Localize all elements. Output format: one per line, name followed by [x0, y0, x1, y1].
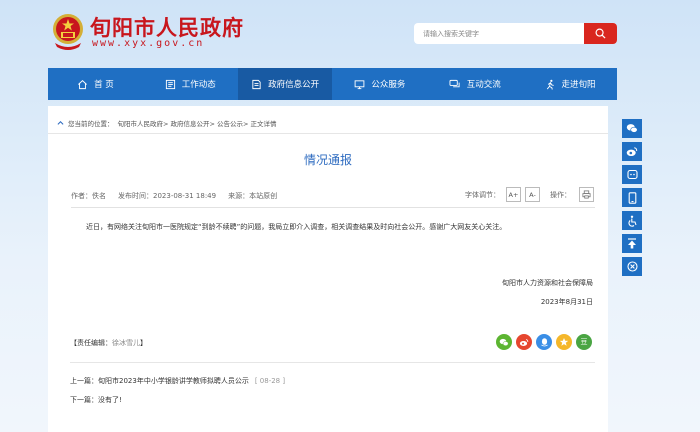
document-icon [252, 79, 261, 89]
search-icon [595, 28, 606, 39]
weibo-icon [626, 147, 638, 156]
float-wechat-button[interactable] [622, 119, 642, 138]
nav-item-public-service[interactable]: 公众服务 [332, 68, 427, 100]
print-icon [582, 190, 591, 199]
share-qq-button[interactable] [536, 334, 552, 350]
editor-close: 】 [140, 339, 147, 347]
editor-label: 【责任编辑： [70, 339, 112, 347]
weibo-icon [519, 338, 529, 346]
qzone-icon [559, 338, 569, 346]
breadcrumb-item-gov-info[interactable]: 政府信息公开 [171, 120, 210, 128]
accessibility-icon [627, 215, 637, 227]
share-wechat-button[interactable] [496, 334, 512, 350]
article-panel: 您当前的位置： 旬阳市人民政府> 政府信息公开> 公告公示> 正文详情 情况通报… [48, 106, 608, 432]
editor-name: 徐冰雪儿 [112, 339, 140, 347]
prev-article: 上一篇：旬阳市2023年中小学银龄讲学教师拟聘人员公示 [ 08-28 ] [70, 376, 285, 386]
mobile-phone-icon [628, 191, 636, 204]
nav-item-gov-info[interactable]: 政府信息公开 [237, 68, 333, 100]
print-button[interactable] [579, 187, 594, 202]
qq-icon [540, 338, 548, 347]
share-weibo-button[interactable] [516, 334, 532, 350]
nav-item-about-xunyang[interactable]: 走进旬阳 [522, 68, 617, 100]
site-header: 旬阳市人民政府 www.xyx.gov.cn [0, 0, 700, 68]
article-source: 来源：本站原创 [228, 192, 278, 200]
main-nav: 首 页 工作动态 政府信息公开 公众服务 互动交流 走进旬阳 [48, 68, 617, 100]
float-mobile-button[interactable] [622, 188, 642, 207]
float-accessibility-button[interactable] [622, 211, 642, 230]
float-close-button[interactable] [622, 257, 642, 276]
nav-item-work-news[interactable]: 工作动态 [143, 68, 238, 100]
font-size-label: 字体调节： [465, 190, 500, 199]
monitor-icon [355, 79, 365, 89]
article-tools: 字体调节： A+ A- 操作： [465, 187, 594, 202]
font-decrease-button[interactable]: A- [525, 187, 540, 202]
walk-icon [546, 79, 554, 90]
nav-item-label: 首 页 [94, 80, 114, 90]
nav-item-label: 互动交流 [466, 80, 501, 90]
divider [70, 362, 595, 363]
app-icon [626, 169, 638, 180]
next-label: 下一篇： [70, 396, 98, 404]
article-author: 作者：佚名 [71, 192, 106, 200]
back-to-top-icon [628, 238, 636, 249]
float-app-button[interactable] [622, 165, 642, 184]
share-douban-button[interactable]: 豆 [576, 334, 592, 350]
site-domain: www.xyx.gov.cn [92, 38, 205, 49]
location-icon [57, 120, 64, 125]
close-icon [626, 261, 638, 272]
breadcrumb: 您当前的位置： 旬阳市人民政府> 政府信息公开> 公告公示> 正文详情 [57, 118, 277, 128]
national-emblem-icon [53, 14, 83, 50]
float-weibo-button[interactable] [622, 142, 642, 161]
divider [71, 207, 595, 208]
prev-article-link[interactable]: 旬阳市2023年中小学银龄讲学教师拟聘人员公示 [98, 377, 249, 385]
prev-article-date: [ 08-28 ] [254, 377, 286, 385]
share-qzone-button[interactable] [556, 334, 572, 350]
article-meta: 作者：佚名 发布时间：2023-08-31 18:49 来源：本站原创 [71, 191, 277, 201]
nav-item-label: 公众服务 [371, 80, 406, 90]
prev-label: 上一篇： [70, 377, 98, 385]
chat-icon [449, 79, 460, 87]
search-box [414, 23, 617, 44]
nav-item-label: 走进旬阳 [561, 80, 596, 90]
article-body: 近日，有网络关注旬阳市一医院规定“到龄不续聘”的问题，我局立即介入调查，相关调查… [86, 223, 507, 231]
search-input[interactable] [414, 23, 584, 44]
wechat-icon [499, 338, 509, 346]
breadcrumb-item-notices[interactable]: 公告公示 [217, 120, 243, 128]
responsible-editor: 【责任编辑：徐冰雪儿】 [70, 338, 147, 348]
news-icon [165, 79, 175, 89]
page-title: 情况通报 [303, 153, 352, 167]
article-sign-date: 2023年8月31日 [540, 298, 593, 306]
breadcrumb-prefix: 您当前的位置： [68, 120, 114, 128]
next-article: 下一篇：没有了! [70, 395, 122, 405]
nav-item-home[interactable]: 首 页 [48, 68, 143, 100]
search-button[interactable] [584, 23, 617, 44]
divider [48, 133, 608, 134]
douban-icon: 豆 [580, 338, 588, 346]
home-icon [78, 79, 88, 89]
nav-item-label: 工作动态 [181, 80, 216, 90]
right-float-bar [622, 119, 642, 276]
nav-item-label: 政府信息公开 [268, 80, 320, 90]
next-article-text: 没有了! [98, 396, 122, 404]
float-back-to-top-button[interactable] [622, 234, 642, 253]
operate-label: 操作： [550, 190, 571, 199]
article-publish-time: 发布时间：2023-08-31 18:49 [118, 192, 217, 200]
breadcrumb-item-home[interactable]: 旬阳市人民政府 [118, 120, 164, 128]
wechat-icon [626, 124, 638, 133]
share-bar: 豆 [496, 334, 592, 350]
article-signer: 旬阳市人力资源和社会保障局 [502, 279, 593, 287]
font-increase-button[interactable]: A+ [506, 187, 521, 202]
nav-item-interaction[interactable]: 互动交流 [427, 68, 522, 100]
breadcrumb-item-detail: 正文详情 [250, 120, 277, 128]
